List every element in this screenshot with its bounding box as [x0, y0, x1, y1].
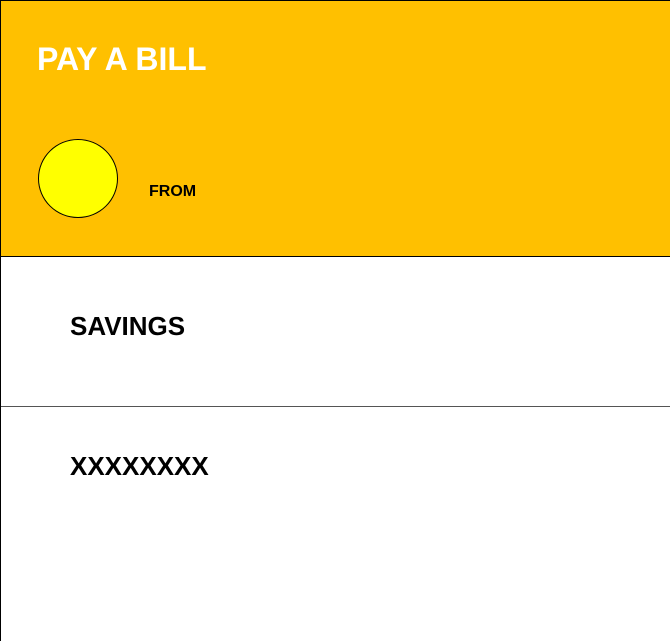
page-title: PAY A BILL: [37, 41, 207, 77]
from-label: FROM: [149, 183, 197, 200]
pay-bill-screen: PAY A BILL FROM SAVINGS XXXXXXXX: [0, 0, 670, 641]
avatar[interactable]: [38, 139, 118, 218]
pay-bill-header: PAY A BILL FROM: [1, 1, 670, 257]
account-option-label: SAVINGS: [70, 311, 186, 341]
account-option-savings[interactable]: SAVINGS: [1, 257, 670, 407]
account-option-number[interactable]: XXXXXXXX: [1, 407, 670, 641]
account-number-label: XXXXXXXX: [70, 451, 209, 481]
